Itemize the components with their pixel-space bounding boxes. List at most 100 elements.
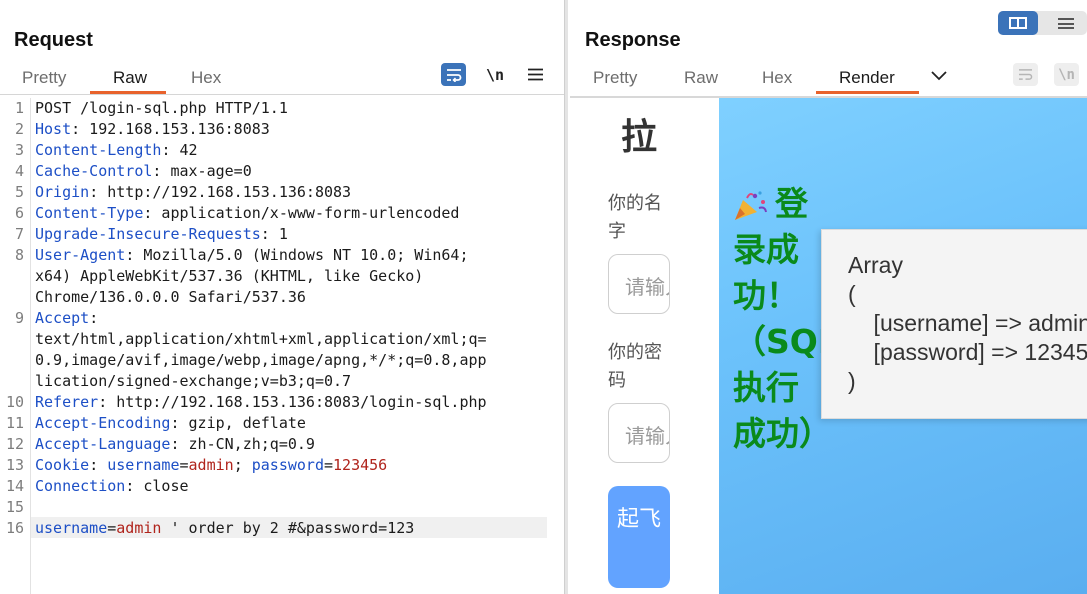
chevron-down-icon[interactable] xyxy=(930,66,948,84)
header-name: Host xyxy=(35,120,72,138)
tab-render[interactable]: Render xyxy=(839,68,895,88)
header-value: : application/x-www-form-urlencoded xyxy=(143,204,460,222)
header-name: Accept xyxy=(35,309,90,327)
result-area: 登录成功！（SQL执行成功） Array ( [username] => admi… xyxy=(719,98,1087,594)
tab-pretty[interactable]: Pretty xyxy=(22,68,66,88)
submit-button[interactable]: 起飞 xyxy=(608,486,670,588)
render-view: 拉 你的名字 请输入 你的密码 请输入 起飞 xyxy=(570,96,1087,594)
header-name: Referer xyxy=(35,393,99,411)
show-newlines-button-disabled: \n xyxy=(1054,63,1079,86)
code-line: 1 POST /login-sql.php HTTP/1.1 xyxy=(0,98,564,119)
line-content: 0.9,image/avif,image/webp,image/apng,*/*… xyxy=(35,351,487,369)
line-content: lication/signed-exchange;v=b3;q=0.7 xyxy=(35,372,352,390)
tab-hex[interactable]: Hex xyxy=(191,68,221,88)
header-value: : close xyxy=(125,477,189,495)
separator: ; xyxy=(233,456,252,474)
split-layout-button[interactable] xyxy=(998,11,1038,35)
stacked-layout-button[interactable] xyxy=(1046,11,1086,35)
code-line: Chrome/136.0.0.0 Safari/537.36 xyxy=(0,287,564,308)
header-name: Cache-Control xyxy=(35,162,153,180)
header-value: : zh-CN,zh;q=0.9 xyxy=(170,435,315,453)
param-value: admin xyxy=(116,519,162,537)
line-content: Cookie: username=admin; password=123456 xyxy=(35,455,387,476)
word-wrap-icon xyxy=(1019,69,1033,80)
split-view-icon xyxy=(1009,17,1027,29)
header-name: User-Agent xyxy=(35,246,126,264)
header-name: Content-Length xyxy=(35,141,162,159)
layout-toggle xyxy=(998,11,1087,35)
line-content: Origin: http://192.168.153.136:8083 xyxy=(35,182,351,203)
name-placeholder: 请输入 xyxy=(625,275,669,299)
menu-button[interactable] xyxy=(524,63,546,86)
code-line: 0.9,image/avif,image/webp,image/apng,*/*… xyxy=(0,350,564,371)
line-number: 7 xyxy=(14,225,24,243)
header-value: : 42 xyxy=(161,141,198,159)
word-wrap-button[interactable] xyxy=(441,63,466,86)
header-name: Content-Type xyxy=(35,204,144,222)
name-input[interactable]: 请输入 xyxy=(608,254,670,314)
code-line: 13 Cookie: username=admin; password=12345… xyxy=(0,455,564,476)
line-content: Referer: http://192.168.153.136:8083/log… xyxy=(35,392,487,413)
array-output-line: ) xyxy=(848,368,856,394)
header-value: : http://192.168.153.136:8083 xyxy=(89,183,352,201)
header-value: : max-age=0 xyxy=(152,162,252,180)
code-line: 9 Accept: xyxy=(0,308,564,329)
response-title: Response xyxy=(585,29,681,51)
header-value: : http://192.168.153.136:8083/login-sql.… xyxy=(98,393,487,411)
active-tab-indicator xyxy=(816,91,919,94)
array-output-line: Array xyxy=(848,252,903,278)
param-name: username xyxy=(35,519,108,537)
tab-raw[interactable]: Raw xyxy=(684,68,718,88)
header-value: : Mozilla/5.0 (Windows NT 10.0; Win64; xyxy=(125,246,469,264)
cookie-name: username xyxy=(107,456,180,474)
tab-raw[interactable]: Raw xyxy=(113,68,147,88)
line-content: Content-Type: application/x-www-form-url… xyxy=(35,203,459,224)
line-content: username=admin ' order by 2 #&password=1… xyxy=(35,518,414,539)
separator: = xyxy=(179,456,189,474)
request-title: Request xyxy=(14,29,93,51)
name-label: 你的名字 xyxy=(608,193,662,242)
line-number: 4 xyxy=(14,162,24,180)
code-line: 3 Content-Length: 42 xyxy=(0,140,564,161)
stacked-view-icon xyxy=(1058,17,1074,29)
code-line: 12 Accept-Language: zh-CN,zh;q=0.9 xyxy=(0,434,564,455)
request-editor[interactable]: 1 POST /login-sql.php HTTP/1.1 2 Host: 192.… xyxy=(0,98,564,594)
code-line: 11 Accept-Encoding: gzip, deflate xyxy=(0,413,564,434)
code-line: 5 Origin: http://192.168.153.136:8083 xyxy=(0,182,564,203)
header-value: : gzip, deflate xyxy=(170,414,306,432)
line-number: 16 xyxy=(5,519,24,537)
tabs-divider xyxy=(0,94,564,95)
array-output: Array ( [username] => admin [password] =>… xyxy=(821,229,1087,419)
line-content: Accept-Language: zh-CN,zh;q=0.9 xyxy=(35,434,315,455)
line-number: 1 xyxy=(14,99,24,117)
password-label: 你的密码 xyxy=(608,342,662,391)
line-content: Connection: close xyxy=(35,476,189,497)
header-name: Connection xyxy=(35,477,126,495)
show-newlines-button[interactable]: \n xyxy=(484,63,506,86)
menu-icon xyxy=(527,68,543,81)
array-output-line: [username] => admin xyxy=(848,310,1087,336)
tab-pretty[interactable]: Pretty xyxy=(593,68,637,88)
code-line: 2 Host: 192.168.153.136:8083 xyxy=(0,119,564,140)
word-wrap-icon xyxy=(446,68,461,82)
code-line: 7 Upgrade-Insecure-Requests: 1 xyxy=(0,224,564,245)
header-name: Accept-Language xyxy=(35,435,171,453)
line-number: 12 xyxy=(5,435,24,453)
line-content: Cache-Control: max-age=0 xyxy=(35,161,252,182)
code-line: x64) AppleWebKit/537.36 (KHTML, like Gec… xyxy=(0,266,564,287)
header-name: Cookie xyxy=(35,456,90,474)
login-heading: 拉 xyxy=(621,117,658,158)
show-newlines-icon: \n xyxy=(1058,66,1075,83)
show-newlines-icon: \n xyxy=(485,65,505,84)
tab-hex[interactable]: Hex xyxy=(762,68,792,88)
code-line: lication/signed-exchange;v=b3;q=0.7 xyxy=(0,371,564,392)
header-value: : 192.168.153.136:8083 xyxy=(71,120,270,138)
password-input[interactable]: 请输入 xyxy=(608,403,670,463)
line-number: 9 xyxy=(14,309,24,327)
line-number: 2 xyxy=(14,120,24,138)
line-number: 5 xyxy=(14,183,24,201)
header-name: Upgrade-Insecure-Requests xyxy=(35,225,261,243)
login-form: 拉 你的名字 请输入 你的密码 请输入 起飞 xyxy=(570,98,719,594)
code-line: 15 xyxy=(0,497,564,518)
separator: : xyxy=(89,456,108,474)
